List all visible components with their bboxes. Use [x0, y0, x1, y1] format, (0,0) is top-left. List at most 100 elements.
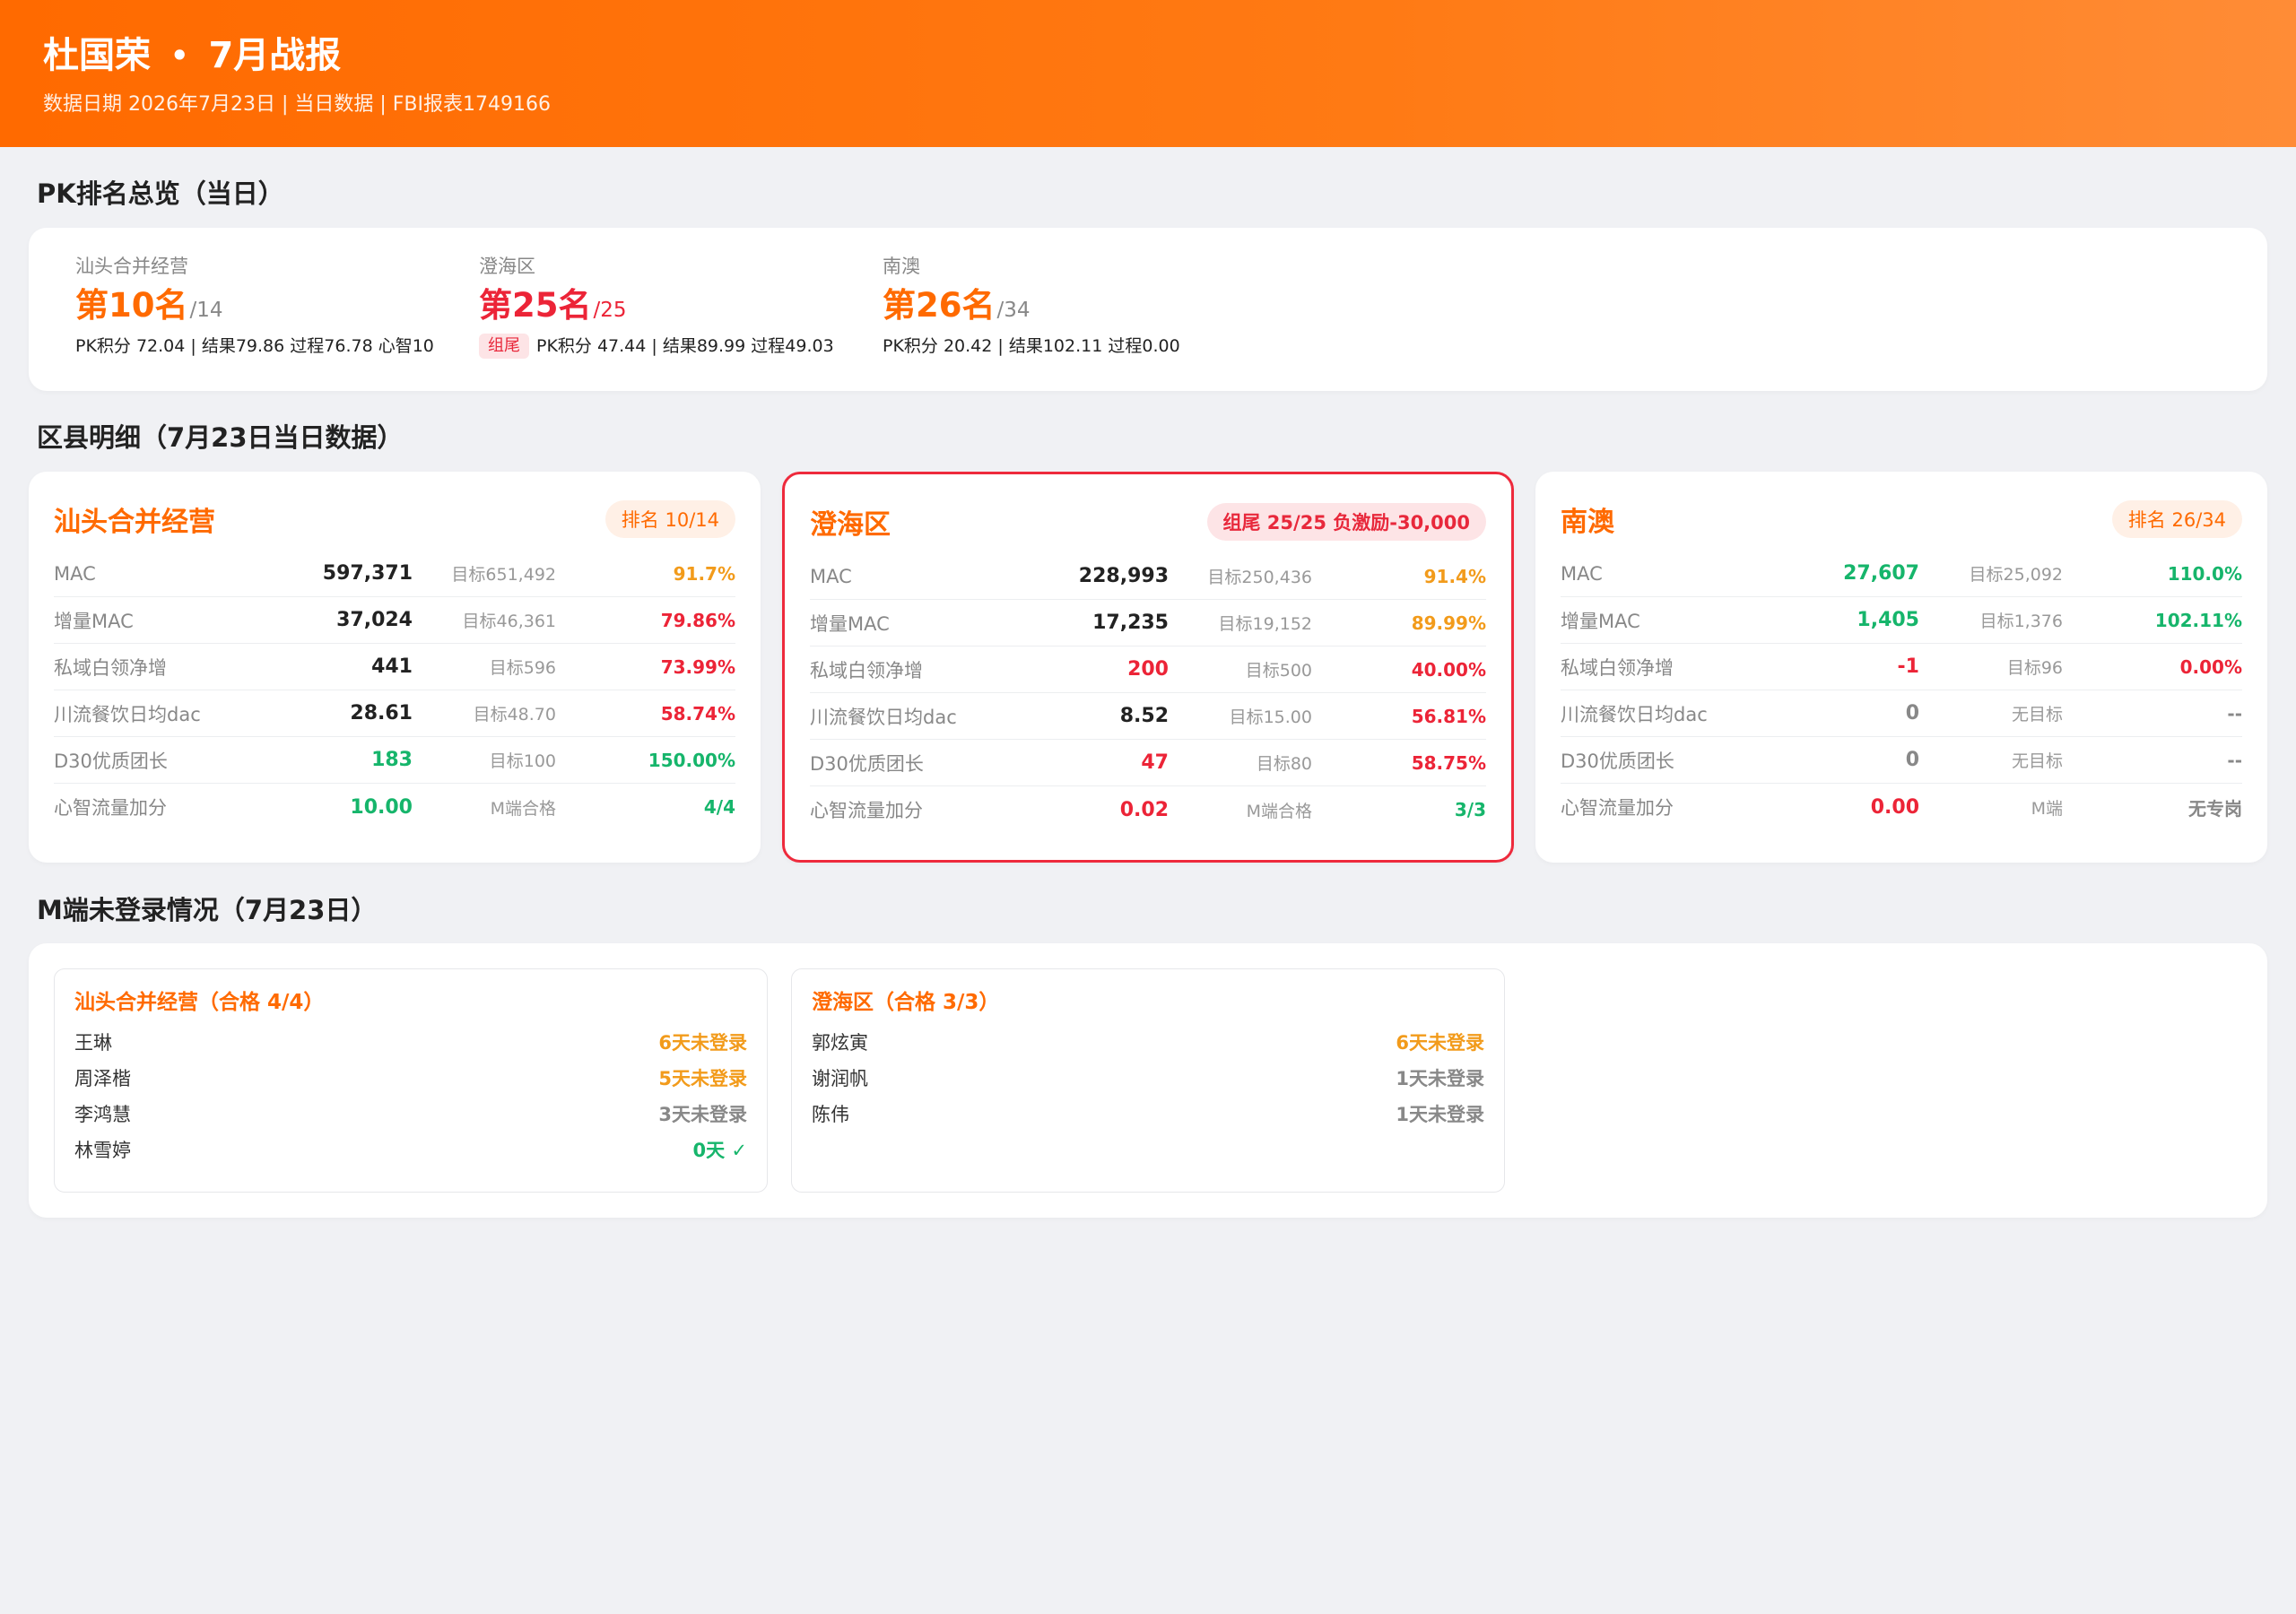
metric-row: 心智流量加分 0.00 M端 无专岗	[1561, 784, 2242, 830]
login-status: 1天未登录	[1396, 1068, 1484, 1089]
metric-label: D30优质团长	[810, 752, 924, 775]
metric-value: 27,607	[1843, 562, 1919, 585]
metric-row: MAC 597,371 目标651,492 91.7%	[54, 551, 735, 597]
metric-label: 川流餐饮日均dac	[1561, 703, 1708, 725]
pk-district-name: 南澳	[883, 256, 920, 277]
metric-percent: 40.00%	[1411, 658, 1486, 681]
login-status: 0天 ✓	[692, 1140, 747, 1161]
staff-name: 周泽楷	[74, 1068, 131, 1089]
report-title: 杜国荣 • 7月战报	[43, 32, 2253, 79]
pk-rank-value: 第26名	[883, 286, 996, 325]
login-row: 陈伟 1天未登录	[812, 1097, 1484, 1132]
district-name: 南澳	[1561, 507, 1614, 538]
pk-rank: 第25名 /25	[479, 283, 883, 328]
metric-row: D30优质团长 183 目标100 150.00%	[54, 737, 735, 784]
metric-target: 目标46,361	[462, 612, 556, 631]
metric-target: 目标25,092	[1969, 565, 2063, 585]
staff-name: 郭炫寅	[812, 1032, 868, 1054]
metric-row: 私域白领净增 -1 目标96 0.00%	[1561, 644, 2242, 690]
staff-name: 李鸿慧	[74, 1104, 131, 1125]
metric-value: 0.02	[1119, 798, 1169, 821]
metric-row: 增量MAC 37,024 目标46,361 79.86%	[54, 597, 735, 644]
metric-row: 增量MAC 1,405 目标1,376 102.11%	[1561, 597, 2242, 644]
pk-district-name: 澄海区	[479, 256, 535, 277]
report-header: 杜国荣 • 7月战报 数据日期 2026年7月23日 | 当日数据 | FBI报…	[0, 0, 2296, 147]
metric-percent: --	[2227, 749, 2242, 771]
metric-value: 8.52	[1119, 705, 1169, 727]
login-status-card: 汕头合并经营（合格 4/4） 王琳 6天未登录 周泽楷 5天未登录 李鸿慧 3天未登录 林雪…	[29, 943, 2267, 1218]
metric-percent: 4/4	[703, 796, 735, 818]
district-name: 澄海区	[810, 509, 891, 541]
metric-percent: 110.0%	[2167, 562, 2242, 585]
login-status: 3天未登录	[658, 1104, 747, 1125]
metric-target: 目标1,376	[1979, 612, 2063, 631]
metric-row: MAC 27,607 目标25,092 110.0%	[1561, 551, 2242, 597]
metric-target: 无目标	[2011, 705, 2063, 725]
metric-target: 无目标	[2011, 751, 2063, 771]
staff-name: 林雪婷	[74, 1140, 131, 1161]
metric-label: MAC	[810, 565, 852, 587]
metric-target: M端	[2031, 798, 2063, 819]
pk-detail-row: 组尾 PK积分 47.44 | 结果89.99 过程49.03	[479, 332, 883, 360]
metric-percent: 102.11%	[2154, 609, 2242, 631]
district-card-nanao: 南澳 排名 26/34 MAC 27,607 目标25,092 110.0% 增量MAC…	[1535, 472, 2267, 863]
metric-label: 增量MAC	[810, 612, 890, 635]
metric-row: 私域白领净增 441 目标596 73.99%	[54, 644, 735, 690]
metric-percent: 79.86%	[660, 609, 735, 631]
metric-percent: 91.7%	[673, 562, 735, 585]
pk-item-chenghai: 澄海区 第25名 /25 组尾 PK积分 47.44 | 结果89.99 过程4…	[479, 253, 883, 391]
metric-value: 0.00	[1870, 795, 1919, 819]
metric-label: 私域白领净增	[54, 656, 167, 679]
metric-target: M端合格	[1246, 801, 1312, 821]
metric-target: 目标596	[489, 658, 556, 678]
metric-row: 川流餐饮日均dac 0 无目标 --	[1561, 690, 2242, 737]
metric-row: 心智流量加分 10.00 M端合格 4/4	[54, 784, 735, 830]
metric-label: MAC	[54, 562, 96, 585]
login-section-title: M端未登录情况（7月23日）	[37, 895, 378, 925]
login-status: 6天未登录	[658, 1032, 747, 1054]
district-card-header: 南澳 排名 26/34	[1561, 497, 2242, 542]
metric-value: 17,235	[1092, 612, 1169, 634]
login-row: 林雪婷 0天 ✓	[74, 1132, 747, 1168]
district-card-header: 澄海区 组尾 25/25 负激励-30,000	[810, 499, 1486, 544]
metric-list: MAC 228,993 目标250,436 91.4% 增量MAC 17,235 目标19,…	[810, 553, 1486, 833]
pk-district-name: 汕头合并经营	[75, 256, 188, 277]
login-list: 郭炫寅 6天未登录 谢润帆 1天未登录 陈伟 1天未登录	[812, 1025, 1484, 1132]
metric-label: D30优质团长	[54, 750, 168, 772]
metric-target: M端合格	[490, 798, 556, 819]
staff-name: 王琳	[74, 1032, 112, 1054]
metric-target: 目标15.00	[1229, 707, 1312, 727]
metric-value: 441	[371, 655, 413, 678]
district-section-title: 区县明细（7月23日当日数据）	[37, 422, 404, 453]
metric-target: 目标100	[489, 751, 556, 771]
rank-badge: 排名 26/34	[2111, 500, 2242, 538]
pk-rank: 第26名 /34	[883, 283, 1286, 328]
metric-label: 川流餐饮日均dac	[810, 706, 957, 728]
metric-target: 目标651,492	[451, 565, 556, 585]
metric-row: MAC 228,993 目标250,436 91.4%	[810, 553, 1486, 600]
metric-percent: 89.99%	[1411, 612, 1486, 634]
metric-percent: 0.00%	[2179, 655, 2242, 678]
staff-name: 谢润帆	[812, 1068, 868, 1089]
login-status: 1天未登录	[1396, 1104, 1484, 1125]
metric-percent: 58.75%	[1411, 751, 1486, 774]
metric-list: MAC 597,371 目标651,492 91.7% 增量MAC 37,024 目标46,…	[54, 551, 735, 830]
metric-row: 心智流量加分 0.02 M端合格 3/3	[810, 786, 1486, 833]
pk-rank-value: 第10名	[75, 286, 188, 325]
district-card-header: 汕头合并经营 排名 10/14	[54, 497, 735, 542]
pk-section-title: PK排名总览（当日）	[37, 178, 284, 209]
metric-label: 增量MAC	[54, 610, 134, 632]
district-card-shantou: 汕头合并经营 排名 10/14 MAC 597,371 目标651,492 91.7%…	[29, 472, 761, 863]
login-box-shantou: 汕头合并经营（合格 4/4） 王琳 6天未登录 周泽楷 5天未登录 李鸿慧 3天未登录 林雪…	[54, 968, 768, 1193]
rank-badge: 排名 10/14	[604, 500, 735, 538]
metric-target: 目标48.70	[473, 705, 556, 725]
metric-target: 目标80	[1256, 754, 1312, 774]
pk-overview-card: 汕头合并经营 第10名 /14 PK积分 72.04 | 结果79.86 过程7…	[29, 228, 2267, 391]
metric-target: 目标96	[2006, 658, 2063, 678]
report-subtitle: 数据日期 2026年7月23日 | 当日数据 | FBI报表1749166	[43, 93, 551, 116]
metric-target: 目标250,436	[1207, 568, 1312, 587]
district-name: 汕头合并经营	[54, 507, 215, 538]
metric-row: 私域白领净增 200 目标500 40.00%	[810, 646, 1486, 693]
pk-rank-total: /14	[189, 299, 223, 322]
tail-penalty-badge: 组尾 25/25 负激励-30,000	[1206, 503, 1486, 541]
